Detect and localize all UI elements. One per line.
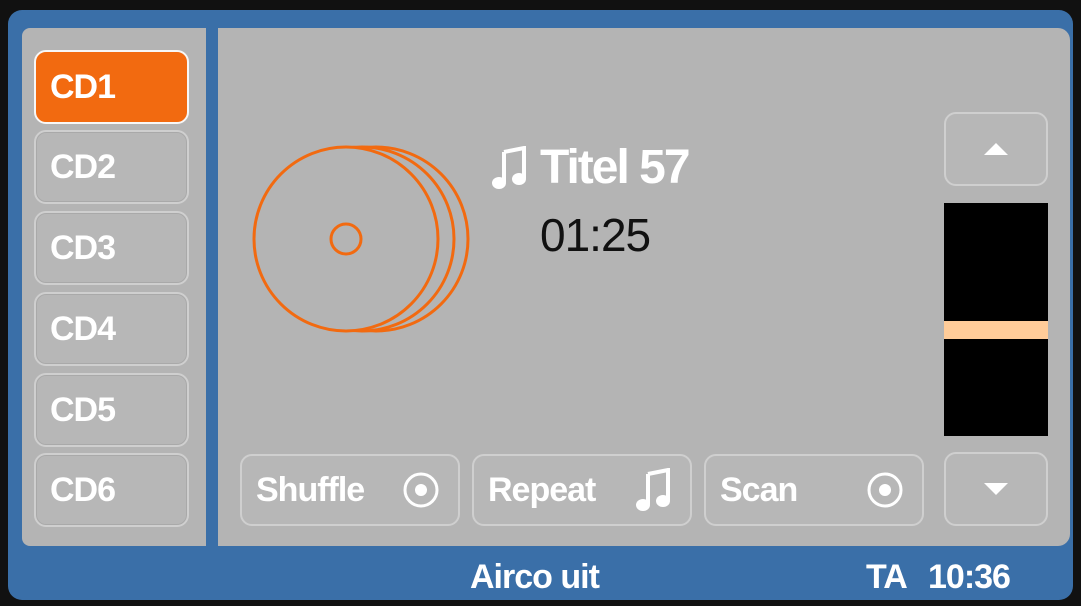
cd-stack-icon xyxy=(252,145,470,333)
radio-dot-icon xyxy=(867,472,903,508)
scroll-up-button[interactable] xyxy=(944,112,1048,186)
track-title-row: Titel 57 xyxy=(492,140,691,195)
shuffle-button[interactable]: Shuffle xyxy=(240,454,460,526)
status-bar: Airco uit TA 10:36 xyxy=(8,552,1073,600)
cd6-button[interactable]: CD6 xyxy=(34,453,189,527)
scan-label: Scan xyxy=(720,470,798,509)
cd3-label: CD3 xyxy=(50,228,116,267)
level-bar[interactable] xyxy=(944,203,1048,436)
cd-selector-panel: CD1 CD2 CD3 CD4 CD5 CD6 xyxy=(22,28,206,546)
cd2-label: CD2 xyxy=(50,147,116,186)
climate-status: Airco uit xyxy=(470,558,600,596)
cd2-button[interactable]: CD2 xyxy=(34,130,189,204)
music-note-icon xyxy=(636,468,670,511)
scroll-down-button[interactable] xyxy=(944,452,1048,526)
repeat-button[interactable]: Repeat xyxy=(472,454,692,526)
level-marker[interactable] xyxy=(944,321,1048,339)
triangle-up-icon xyxy=(984,143,1008,155)
cd1-button[interactable]: CD1 xyxy=(34,50,189,124)
elapsed-time: 01:25 xyxy=(540,209,651,261)
cd4-button[interactable]: CD4 xyxy=(34,292,189,366)
cd1-label: CD1 xyxy=(50,67,116,106)
ta-indicator: TA xyxy=(866,558,908,596)
track-title: Titel 57 xyxy=(540,141,691,194)
cd3-button[interactable]: CD3 xyxy=(34,211,189,285)
cd4-label: CD4 xyxy=(50,309,116,348)
music-note-icon xyxy=(492,145,526,189)
clock: 10:36 xyxy=(928,558,1011,596)
cd5-button[interactable]: CD5 xyxy=(34,373,189,447)
cd5-label: CD5 xyxy=(50,390,116,429)
cd6-label: CD6 xyxy=(50,470,116,509)
radio-dot-icon xyxy=(403,472,439,508)
scan-button[interactable]: Scan xyxy=(704,454,924,526)
triangle-down-icon xyxy=(984,483,1008,495)
repeat-label: Repeat xyxy=(488,470,596,509)
shuffle-label: Shuffle xyxy=(256,470,365,509)
